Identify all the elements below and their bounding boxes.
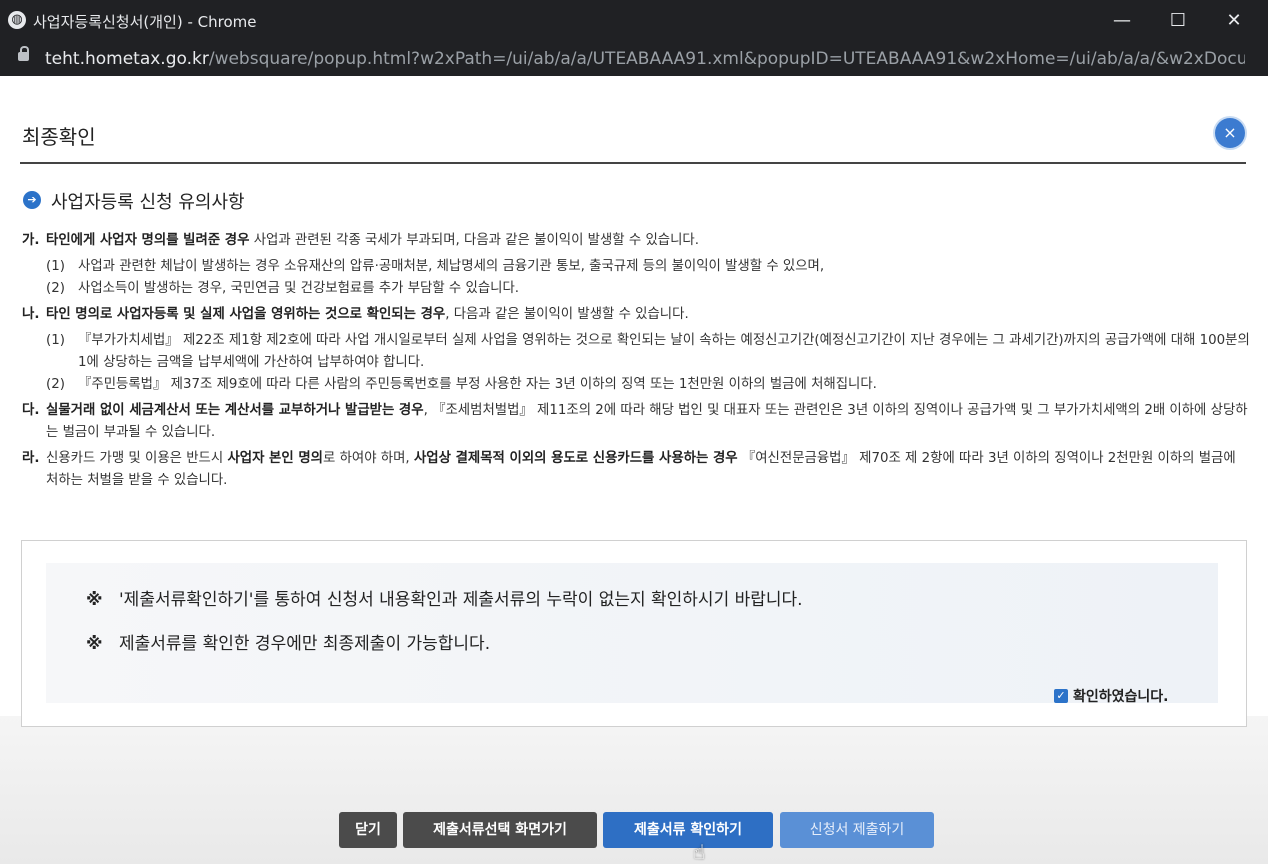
item-bold-text: 타인 명의로 사업자등록 및 실제 사업을 영위하는 것으로 확인되는 경우 — [46, 307, 446, 322]
globe-icon: ◍ — [8, 11, 26, 29]
item-text: 로 하여야 하며, — [323, 451, 414, 466]
caution-item-da: 다. 실물거래 없이 세금계산서 또는 계산서를 교부하거나 발급받는 경우, … — [22, 400, 1250, 444]
item-bold-text: 실물거래 없이 세금계산서 또는 계산서를 교부하거나 발급받는 경우 — [46, 403, 424, 418]
notice-text: 제출서류를 확인한 경우에만 최종제출이 가능합니다. — [119, 634, 491, 654]
sub-item: (1) 사업과 관련한 체납이 발생하는 경우 소유재산의 압류·공매처분, 체납… — [22, 256, 1250, 278]
sub-text: 사업소득이 발생하는 경우, 국민연금 및 건강보험료를 추가 부담할 수 있습… — [78, 281, 520, 296]
caution-item-na: 나. 타인 명의로 사업자등록 및 실제 사업을 영위하는 것으로 확인되는 경… — [22, 304, 1250, 326]
submit-application-button[interactable]: 신청서 제출하기 — [780, 812, 934, 848]
item-bold-text: 타인에게 사업자 명의를 빌려준 경우 — [46, 233, 250, 248]
item-marker: 가. — [22, 233, 40, 248]
dialog-title: 최종확인 — [22, 125, 96, 149]
reference-mark: ※ — [86, 634, 103, 654]
confirm-checkbox-label[interactable]: 확인하였습니다. — [1073, 689, 1168, 705]
caution-list: 가. 타인에게 사업자 명의를 빌려준 경우 사업과 관련된 각종 국세가 부과… — [22, 230, 1250, 496]
sub-marker: (2) — [46, 377, 65, 392]
caution-item-ra: 라. 신용카드 가맹 및 이용은 반드시 사업자 본인 명의로 하여야 하며, … — [22, 448, 1250, 492]
arrow-bullet-icon: ➔ — [23, 191, 41, 209]
popup-page: 최종확인 × ➔ 사업자등록 신청 유의사항 가. 타인에게 사업자 명의를 빌… — [0, 76, 1268, 864]
item-bold-text: 사업상 결제목적 이외의 용도로 신용카드를 사용하는 경우 — [413, 451, 738, 466]
item-text: 신용카드 가맹 및 이용은 반드시 — [46, 451, 228, 466]
reference-mark: ※ — [86, 590, 103, 610]
section-title: 사업자등록 신청 유의사항 — [51, 192, 245, 213]
notice-text: '제출서류확인하기'를 통하여 신청서 내용확인과 제출서류의 누락이 없는지 … — [119, 590, 803, 610]
sub-marker: (2) — [46, 281, 65, 296]
dialog-close-icon[interactable]: × — [1215, 118, 1245, 148]
sub-text: 사업과 관련한 체납이 발생하는 경우 소유재산의 압류·공매처분, 체납명세의… — [78, 259, 825, 274]
url-host: teht.hometax.go.kr — [45, 49, 209, 69]
item-text: 사업과 관련된 각종 국세가 부과되며, 다음과 같은 불이익이 발생할 수 있… — [249, 233, 699, 248]
lock-icon — [18, 46, 29, 61]
item-marker: 라. — [22, 451, 40, 466]
window-close-button[interactable]: ✕ — [1211, 6, 1257, 36]
select-docs-button[interactable]: 제출서류선택 화면가기 — [403, 812, 597, 848]
sub-text: 『부가가치세법』 제22조 제1항 제2호에 따라 사업 개시일로부터 실제 사… — [78, 333, 1250, 370]
close-button[interactable]: 닫기 — [339, 812, 397, 848]
item-text: , 다음과 같은 불이익이 발생할 수 있습니다. — [445, 307, 689, 322]
notice-panel: ※ '제출서류확인하기'를 통하여 신청서 내용확인과 제출서류의 누락이 없는지… — [46, 563, 1218, 703]
browser-titlebar: ◍ 사업자등록신청서(개인) - Chrome — ☐ ✕ — [0, 0, 1268, 42]
sub-marker: (1) — [46, 259, 65, 274]
notice-box: ※ '제출서류확인하기'를 통하여 신청서 내용확인과 제출서류의 누락이 없는지… — [21, 540, 1247, 727]
item-marker: 다. — [22, 403, 40, 418]
sub-text: 『주민등록법』 제37조 제9호에 따라 다른 사람의 주민등록번호를 부정 사… — [78, 377, 877, 392]
minimize-button[interactable]: — — [1099, 6, 1145, 36]
sub-item: (2) 『주민등록법』 제37조 제9호에 따라 다른 사람의 주민등록번호를 부… — [22, 374, 1250, 396]
item-bold-text: 사업자 본인 명의 — [227, 451, 323, 466]
confirm-checkbox[interactable]: ✓ — [1054, 688, 1068, 703]
check-docs-button[interactable]: 제출서류 확인하기 — [603, 812, 773, 848]
notice-line: ※ 제출서류를 확인한 경우에만 최종제출이 가능합니다. — [86, 629, 490, 654]
title-divider — [20, 162, 1246, 164]
sub-item: (1) 『부가가치세법』 제22조 제1항 제2호에 따라 사업 개시일로부터 실… — [22, 330, 1250, 374]
address-bar[interactable]: teht.hometax.go.kr/websquare/popup.html?… — [0, 42, 1268, 76]
sub-marker: (1) — [46, 333, 65, 348]
maximize-button[interactable]: ☐ — [1155, 6, 1201, 36]
notice-line: ※ '제출서류확인하기'를 통하여 신청서 내용확인과 제출서류의 누락이 없는지… — [86, 585, 803, 610]
confirm-checkbox-row[interactable]: ✓ 확인하였습니다. — [1054, 685, 1168, 706]
item-marker: 나. — [22, 307, 40, 322]
url-path: /websquare/popup.html?w2xPath=/ui/ab/a/a… — [208, 49, 1245, 69]
caution-item-ga: 가. 타인에게 사업자 명의를 빌려준 경우 사업과 관련된 각종 국세가 부과… — [22, 230, 1250, 252]
url-text[interactable]: teht.hometax.go.kr/websquare/popup.html?… — [45, 49, 1245, 69]
sub-item: (2) 사업소득이 발생하는 경우, 국민연금 및 건강보험료를 추가 부담할 수… — [22, 278, 1250, 300]
window-title: 사업자등록신청서(개인) - Chrome — [33, 13, 257, 31]
